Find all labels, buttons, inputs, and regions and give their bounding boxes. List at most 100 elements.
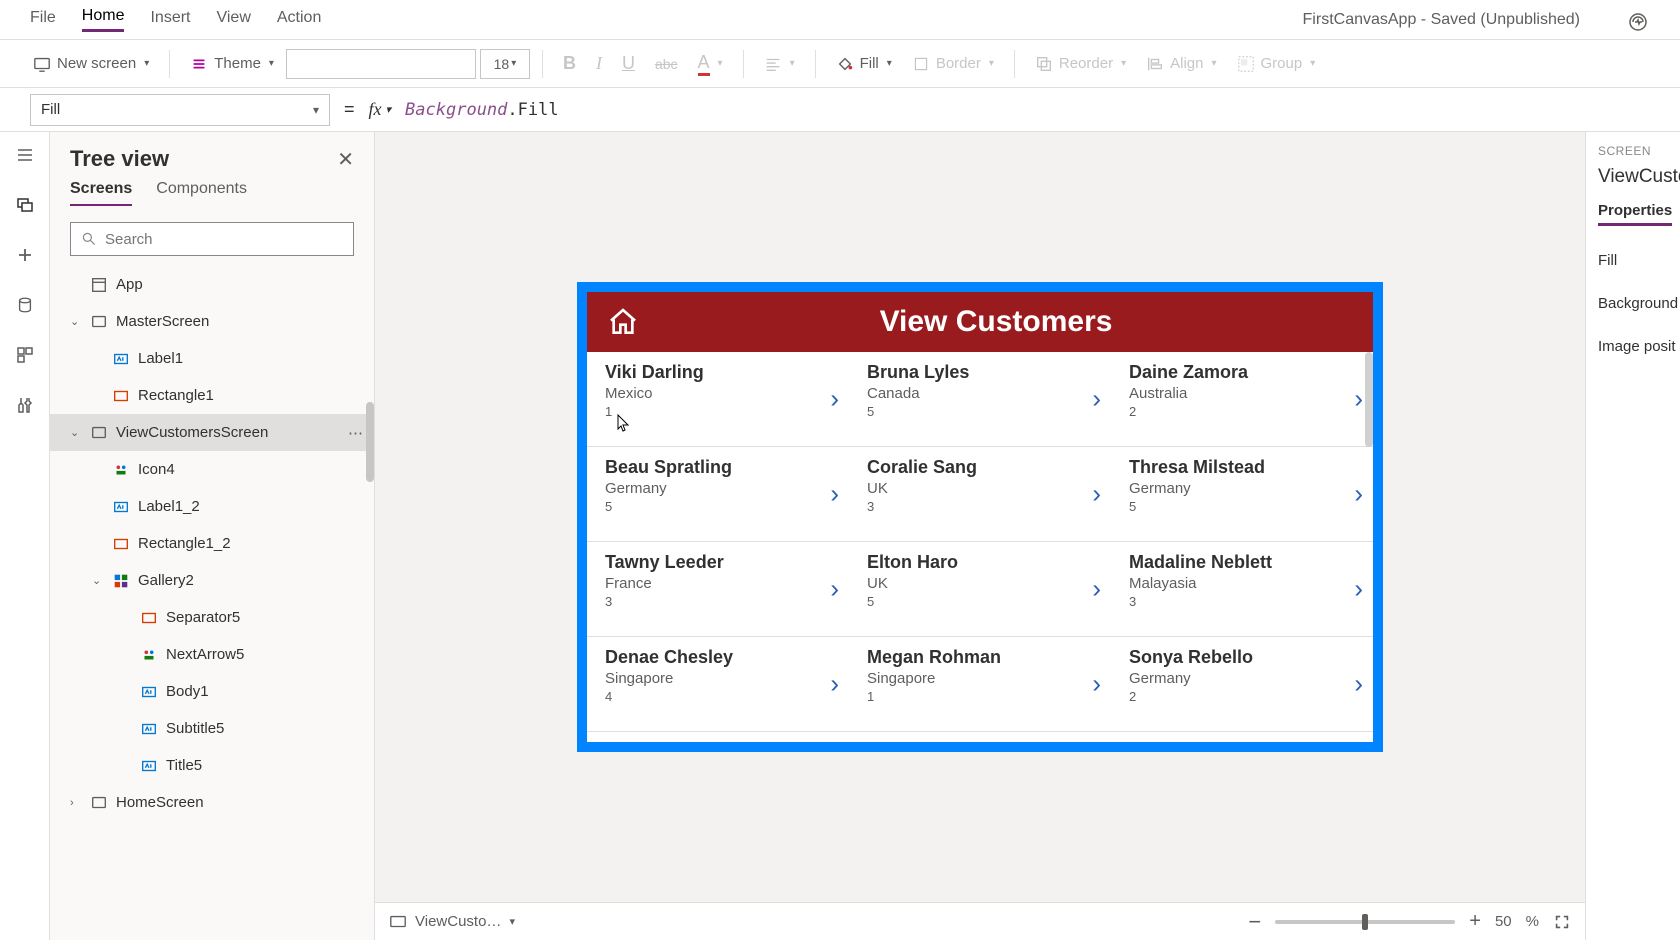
fullscreen-icon[interactable] xyxy=(1553,913,1571,931)
expand-icon[interactable]: ⌄ xyxy=(92,574,104,587)
more-icon[interactable]: ⋯ xyxy=(348,424,364,442)
tab-properties[interactable]: Properties xyxy=(1598,202,1672,226)
tree-item[interactable]: Icon4 xyxy=(50,451,374,488)
gallery-item[interactable]: Elton HaroUK5› xyxy=(849,542,1111,636)
expand-icon[interactable]: ⌄ xyxy=(70,315,82,328)
menu-action[interactable]: Action xyxy=(277,9,321,31)
prop-row-background[interactable]: Background xyxy=(1598,295,1680,312)
bold-button[interactable]: B xyxy=(555,49,584,78)
reorder-button[interactable]: Reorder xyxy=(1027,51,1134,77)
app-checker-icon[interactable] xyxy=(1626,8,1650,32)
insert-icon[interactable] xyxy=(14,244,36,266)
tree-item[interactable]: Rectangle1 xyxy=(50,377,374,414)
tree-item[interactable]: Subtitle5 xyxy=(50,710,374,747)
menu-insert[interactable]: Insert xyxy=(150,9,190,31)
tab-components[interactable]: Components xyxy=(156,180,247,206)
gallery-item[interactable]: Daine ZamoraAustralia2› xyxy=(1111,352,1373,446)
tree-item[interactable]: Title5 xyxy=(50,747,374,784)
chevron-right-icon[interactable]: › xyxy=(1354,574,1363,605)
chevron-right-icon[interactable]: › xyxy=(830,669,839,700)
chevron-right-icon[interactable]: › xyxy=(1092,479,1101,510)
media-icon[interactable] xyxy=(14,344,36,366)
gallery-item[interactable]: Tawny LeederFrance3› xyxy=(587,542,849,636)
prop-row-fill[interactable]: Fill xyxy=(1598,252,1680,269)
tree-item-icon xyxy=(112,535,130,553)
font-family-select[interactable] xyxy=(286,49,476,79)
font-color-button[interactable]: A xyxy=(690,48,731,80)
tree-item[interactable]: Body1 xyxy=(50,673,374,710)
expand-icon[interactable]: › xyxy=(70,797,82,809)
fill-button[interactable]: Fill xyxy=(828,51,900,77)
chevron-right-icon[interactable]: › xyxy=(830,574,839,605)
menu-home[interactable]: Home xyxy=(82,7,125,32)
formula-input[interactable]: Background.Fill xyxy=(405,100,1650,120)
tree-item[interactable]: Label1 xyxy=(50,340,374,377)
customer-gallery[interactable]: Viki DarlingMexico1›Bruna LylesCanada5›D… xyxy=(587,352,1373,742)
customer-country: Canada xyxy=(867,385,969,402)
screen-selector[interactable]: ViewCusto… ▾ xyxy=(389,913,515,931)
chevron-right-icon[interactable]: › xyxy=(830,384,839,415)
gallery-item[interactable]: Thresa MilsteadGermany5› xyxy=(1111,447,1373,541)
underline-button[interactable]: U xyxy=(614,49,643,78)
zoom-out-button[interactable]: − xyxy=(1248,909,1261,935)
close-icon[interactable]: ✕ xyxy=(337,147,354,172)
fx-button[interactable]: fx ▾ xyxy=(369,99,392,120)
home-icon[interactable] xyxy=(607,306,639,338)
customer-id: 3 xyxy=(1129,594,1272,609)
data-icon[interactable] xyxy=(14,294,36,316)
chevron-right-icon[interactable]: › xyxy=(1092,669,1101,700)
gallery-item[interactable]: Beau SpratlingGermany5› xyxy=(587,447,849,541)
property-selector[interactable]: Fill ▾ xyxy=(30,94,330,126)
expand-icon[interactable]: ⌄ xyxy=(70,426,82,439)
tree-item[interactable]: App xyxy=(50,266,374,303)
gallery-item[interactable]: Bruna LylesCanada5› xyxy=(849,352,1111,446)
canvas-app-preview[interactable]: View Customers Viki DarlingMexico1›Bruna… xyxy=(577,282,1383,752)
align-button[interactable]: Align xyxy=(1138,51,1224,77)
chevron-right-icon[interactable]: › xyxy=(1354,479,1363,510)
gallery-item[interactable]: Madaline NeblettMalayasia3› xyxy=(1111,542,1373,636)
tree-item[interactable]: ⌄Gallery2 xyxy=(50,562,374,599)
tree-item[interactable]: NextArrow5 xyxy=(50,636,374,673)
tree-item[interactable]: ›HomeScreen xyxy=(50,784,374,821)
strikethrough-button[interactable]: abc xyxy=(647,52,686,76)
tools-icon[interactable] xyxy=(14,394,36,416)
gallery-item[interactable]: Coralie SangUK3› xyxy=(849,447,1111,541)
font-size-select[interactable]: 18 xyxy=(480,49,530,79)
chevron-right-icon[interactable]: › xyxy=(1354,669,1363,700)
gallery-item[interactable]: Megan RohmanSingapore1› xyxy=(849,637,1111,731)
zoom-in-button[interactable]: + xyxy=(1469,910,1481,933)
menu-file[interactable]: File xyxy=(30,9,56,31)
tab-screens[interactable]: Screens xyxy=(70,180,132,206)
new-screen-button[interactable]: New screen xyxy=(25,51,157,77)
tree-list: App⌄MasterScreen Label1 Rectangle1⌄ViewCus… xyxy=(50,266,374,940)
top-menu-bar: File Home Insert View Action FirstCanvas… xyxy=(0,0,1680,40)
gallery-item[interactable]: Viki DarlingMexico1› xyxy=(587,352,849,446)
tree-item[interactable]: Label1_2 xyxy=(50,488,374,525)
italic-button[interactable]: I xyxy=(588,49,610,78)
chevron-right-icon[interactable]: › xyxy=(1092,384,1101,415)
tree-item[interactable]: ⌄ViewCustomersScreen⋯ xyxy=(50,414,374,451)
prop-row-image-position[interactable]: Image posit xyxy=(1598,338,1680,355)
tree-view-icon[interactable] xyxy=(14,194,36,216)
theme-label: Theme xyxy=(214,55,261,72)
tree-item[interactable]: Separator5 xyxy=(50,599,374,636)
theme-button[interactable]: Theme xyxy=(182,51,282,77)
gallery-item[interactable]: Denae ChesleySingapore4› xyxy=(587,637,849,731)
menu-view[interactable]: View xyxy=(216,9,250,31)
customer-country: Australia xyxy=(1129,385,1248,402)
group-button[interactable]: Group xyxy=(1229,51,1324,77)
gallery-item[interactable]: Sonya RebelloGermany2› xyxy=(1111,637,1373,731)
chevron-right-icon[interactable]: › xyxy=(1092,574,1101,605)
tree-item[interactable]: ⌄MasterScreen xyxy=(50,303,374,340)
text-align-button[interactable] xyxy=(756,51,803,77)
tree-item[interactable]: Rectangle1_2 xyxy=(50,525,374,562)
chevron-right-icon[interactable]: › xyxy=(1354,384,1363,415)
search-input[interactable] xyxy=(70,222,354,256)
app-header: View Customers xyxy=(587,292,1373,352)
border-button[interactable]: Border xyxy=(904,51,1002,77)
chevron-right-icon[interactable]: › xyxy=(830,479,839,510)
tree-scrollbar[interactable] xyxy=(366,402,374,482)
hamburger-icon[interactable] xyxy=(14,144,36,166)
tree-item-label: Label1 xyxy=(138,350,183,367)
zoom-slider[interactable] xyxy=(1275,920,1455,924)
